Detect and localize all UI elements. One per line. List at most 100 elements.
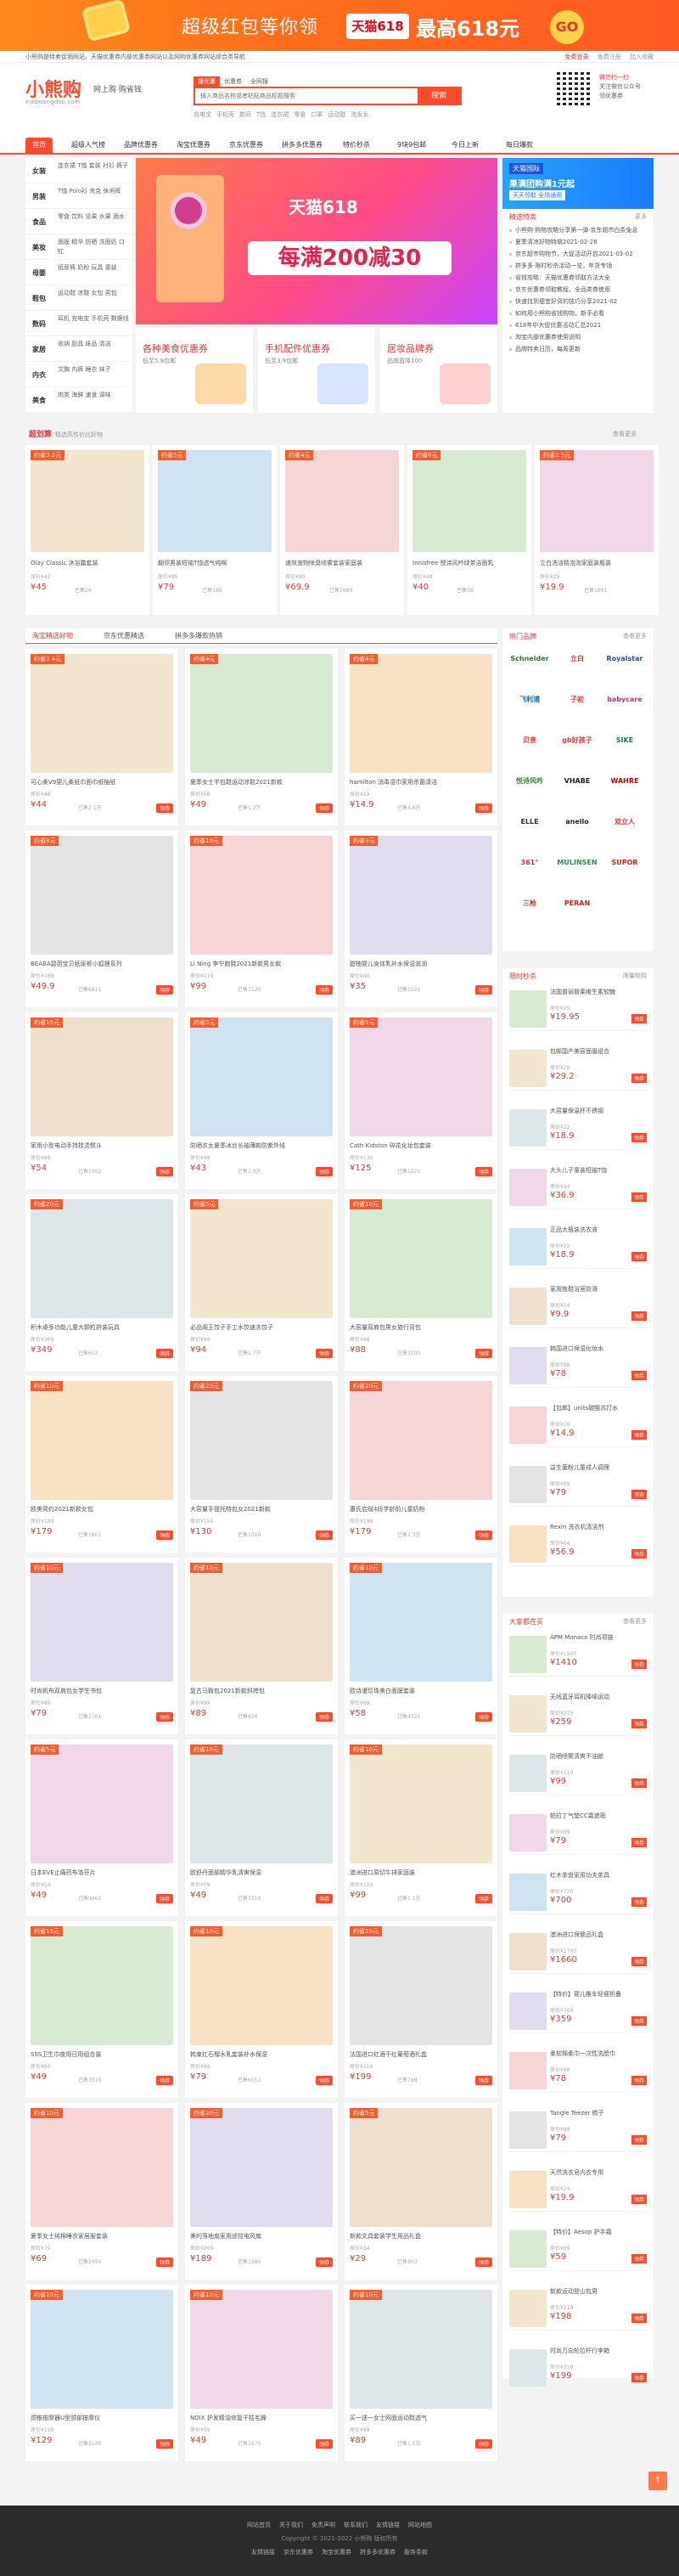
category-row[interactable]: 内衣 文胸 内裤 睡衣 袜子 xyxy=(25,362,132,387)
get-coupon-button[interactable]: 领券 xyxy=(631,1490,647,1499)
product-card[interactable]: 约省10元 夏季女士纯棉睡衣家居服套装 原价¥79 ¥69 已售2450 领券 xyxy=(25,2103,178,2280)
get-coupon-button[interactable]: 领券 xyxy=(631,1192,647,1202)
product-title[interactable]: 欧舒丹面部精华乳清爽保湿 xyxy=(190,1869,333,1877)
product-title[interactable]: Li Ning 李宁跑鞋2021新款男女款 xyxy=(190,960,333,968)
brand-logo[interactable]: ELLE xyxy=(509,810,550,834)
footer-link[interactable]: 联系我们 xyxy=(344,2522,368,2528)
category-row[interactable]: 食品 零食 饮料 坚果 水果 酒水 xyxy=(25,209,132,234)
product-title[interactable]: BEABA碧芭宝贝纸尿裤小狐狸系列 xyxy=(31,960,173,968)
news-more-link[interactable]: 更多 xyxy=(635,212,647,221)
super-deals-more[interactable]: 查看更多 xyxy=(613,430,637,438)
get-coupon-button[interactable]: 领券 xyxy=(315,2439,333,2449)
super-deal-card[interactable]: 约省2.5元 立白洗洁精泡泡家庭装瓶装 原价¥29 ¥19.9 已售1891 xyxy=(535,445,659,615)
super-deal-card[interactable]: 约省5元 翻领男装短袖T恤透气纯棉 原价¥89 ¥79 已售186 xyxy=(153,445,277,615)
nav-item[interactable]: 每日爆款 xyxy=(499,138,540,153)
product-title[interactable]: 无线蓝牙耳机降噪运动 xyxy=(550,1694,645,1709)
product-title[interactable]: 法国进口红酒干红葡萄酒礼盒 xyxy=(350,2050,492,2059)
get-coupon-button[interactable]: 领券 xyxy=(631,2373,647,2382)
get-coupon-button[interactable]: 领券 xyxy=(631,1014,647,1023)
get-coupon-button[interactable]: 领券 xyxy=(315,2258,333,2267)
category-sublinks[interactable]: 连衣裙 T恤 套装 衬衫 裤子 xyxy=(58,161,129,171)
hot-keyword[interactable]: 口罩 xyxy=(311,111,323,118)
product-title[interactable]: 立白洗洁精泡泡家庭装瓶装 xyxy=(540,559,654,567)
product-card[interactable]: 约省3元 甜柚婴儿身体乳补水保湿滋润 原价¥40 ¥35 已售5021 领券 xyxy=(345,831,497,1007)
product-title[interactable]: 翻领男装短袖T恤透气纯棉 xyxy=(158,559,272,567)
side-product[interactable]: Tangle Teezer 梳子 原价¥89 ¥79 领券 xyxy=(509,2106,647,2152)
get-coupon-button[interactable]: 领券 xyxy=(474,803,492,813)
product-title[interactable]: Tangle Teezer 梳子 xyxy=(550,2110,645,2125)
category-row[interactable]: 美妆 面膜 精华 防晒 洗面奶 口红 xyxy=(25,234,132,260)
product-card[interactable]: 约省5元 新款文具套装学生用品礼盒 原价¥34 ¥29 已售903 领券 xyxy=(345,2103,497,2280)
get-coupon-button[interactable]: 领券 xyxy=(631,1252,647,1261)
hot-keyword[interactable]: 连衣裙 xyxy=(271,111,289,118)
get-coupon-button[interactable]: 领券 xyxy=(315,803,333,813)
get-coupon-button[interactable]: 领券 xyxy=(474,1349,492,1358)
side-product[interactable]: 柔软棉柔巾一次性洗脸巾 原价¥88 ¥78 领券 xyxy=(509,2047,647,2093)
product-card[interactable]: 约省20元 积木桌多功能儿童大颗粒拼装玩具 原价¥369 ¥349 已售612 领券 xyxy=(25,1194,178,1371)
side-product[interactable]: 帕拉丁气垫CC霜遮瑕 原价¥89 ¥79 领券 xyxy=(509,1809,647,1855)
product-title[interactable]: 益生菌粉儿童成人调理 xyxy=(550,1464,645,1480)
get-coupon-button[interactable]: 领券 xyxy=(631,1957,647,1966)
product-title[interactable]: 日本EVE止痛药布洛芬片 xyxy=(31,1869,173,1877)
product-title[interactable]: 防晒衣女夏季冰丝长袖薄款防紫外线 xyxy=(190,1141,333,1150)
brand-logo[interactable]: PERAN xyxy=(557,892,598,916)
product-title[interactable]: 【特价】婴儿推车轻便折叠 xyxy=(550,1991,645,2006)
get-coupon-button[interactable]: 领券 xyxy=(155,1712,173,1722)
hot-keyword[interactable]: 充电宝 xyxy=(194,111,211,118)
product-card[interactable]: 约省10元 大容量双肩包男女旅行背包 原价¥98 ¥88 已售3200 领券 xyxy=(345,1194,497,1371)
product-card[interactable]: 约省5元 防晒衣女夏季冰丝长袖薄款防紫外线 原价¥48 ¥43 已售2.8万 领券 xyxy=(185,1012,338,1189)
product-title[interactable]: 大头儿子童装短袖T恤 xyxy=(550,1167,645,1182)
brand-logo[interactable]: 贝亲 xyxy=(509,729,550,753)
product-title[interactable]: 大容量保温杯不锈钢 xyxy=(550,1108,645,1123)
brand-logo[interactable]: 立白 xyxy=(557,647,598,671)
footer-link[interactable]: 免责声明 xyxy=(311,2522,335,2528)
get-coupon-button[interactable]: 领券 xyxy=(155,2258,173,2267)
product-card[interactable]: 约省10元 Li Ning 李宁跑鞋2021新款男女款 原价¥119 ¥99 已售312… xyxy=(185,831,338,1007)
side-product[interactable]: APM Monaco 时尚项链 原价¥1500 ¥1410 领券 xyxy=(509,1631,647,1677)
news-item[interactable]: 京东优惠券领取教程，全品类券使用 xyxy=(509,284,650,296)
side-product[interactable]: 大头儿子童装短袖T恤 原价¥44 ¥36.9 领券 xyxy=(509,1164,647,1209)
brand-logo[interactable]: Royalstar xyxy=(604,647,645,671)
side-product[interactable]: 【特价】婴儿推车轻便折叠 原价¥369 ¥359 领券 xyxy=(509,1987,647,2033)
category-title[interactable]: 内衣 xyxy=(32,370,46,380)
product-card[interactable]: 约省5元 Cath Kidston 碎花化妆包套装 原价¥130 ¥125 已售1221… xyxy=(345,1012,497,1189)
news-item[interactable]: 如何用小熊购省钱购物，新手必看 xyxy=(509,307,650,319)
category-sublinks[interactable]: 肉类 海鲜 速食 调味 xyxy=(58,391,129,400)
brand-logo[interactable]: Schneider xyxy=(509,647,550,671)
category-sublinks[interactable]: 收纳 厨具 床品 清洁 xyxy=(58,340,129,349)
side-product[interactable]: 天然洗衣皂内衣专用 原价¥24 ¥19.9 领券 xyxy=(509,2166,647,2212)
product-card[interactable]: 约省20元 法国进口红酒干红葡萄酒礼盒 原价¥219 ¥199 已售788 领券 xyxy=(345,1921,497,2098)
product-title[interactable]: Olay Classic 沐浴露套装 xyxy=(31,559,144,567)
product-card[interactable]: 约省10元 欧诗漫珍珠美白面膜套装 原价¥68 ¥58 已售4321 领券 xyxy=(345,1558,497,1734)
product-title[interactable]: 可心柔V9婴儿柔纸巾面巾纸抽纸 xyxy=(31,778,173,786)
side-product[interactable]: 包邮国产美容面膜组合 原价¥29 ¥29.2 领券 xyxy=(509,1045,647,1091)
product-title[interactable]: 韩国进口保湿化妆水 xyxy=(550,1345,645,1361)
nav-item[interactable]: 超级人气榜 xyxy=(65,138,112,153)
product-card[interactable]: 约省10元 颈椎按摩器U型颈部按摩仪 原价¥139 ¥129 已售2140 领券 xyxy=(25,2285,178,2461)
category-title[interactable]: 家居 xyxy=(32,345,46,354)
nav-item[interactable]: 品牌优惠券 xyxy=(117,138,165,153)
product-card[interactable]: 约省15元 家用小型电动手持挂烫熨斗 原价¥69 ¥54 已售1903 领券 xyxy=(25,1012,178,1189)
brand-logo[interactable]: gb好孩子 xyxy=(557,729,598,753)
product-card[interactable]: 约省10元 欧美简约2021新款女包 原价¥189 ¥179 已售1801 领券 xyxy=(25,1376,178,1553)
flash-sale-more[interactable]: 限量抢购 xyxy=(623,972,647,980)
get-coupon-button[interactable]: 领券 xyxy=(631,1074,647,1083)
side-product[interactable]: 时尚万向轮拉杆行李箱 原价¥219 ¥199 领券 xyxy=(509,2344,647,2390)
footer-link[interactable]: 拼多多优惠券 xyxy=(360,2549,396,2556)
get-coupon-button[interactable]: 领券 xyxy=(474,2258,492,2267)
get-coupon-button[interactable]: 领券 xyxy=(631,1660,647,1669)
brand-logo[interactable]: 飞利浦 xyxy=(509,688,550,712)
category-row[interactable]: 家居 收纳 厨具 床品 清洁 xyxy=(25,336,132,362)
category-sublinks[interactable]: T恤 Polo衫 夹克 休闲裤 xyxy=(58,187,129,196)
brand-logo[interactable]: WAHRE xyxy=(604,769,645,793)
product-card[interactable]: 约省15元 SSS卫生巾夜用日用组合装 原价¥64 ¥49 已售3510 领券 xyxy=(25,1921,178,2098)
category-sublinks[interactable]: 面膜 精华 防晒 洗面奶 口红 xyxy=(58,238,129,256)
get-coupon-button[interactable]: 领券 xyxy=(631,1778,647,1788)
product-card[interactable]: 约省10元 欧舒丹面部精华乳清爽保湿 原价¥59 ¥49 已售7210 领券 xyxy=(185,1739,338,1916)
get-coupon-button[interactable]: 领券 xyxy=(155,2439,173,2449)
nav-item[interactable]: 9块9包邮 xyxy=(390,138,433,153)
product-title[interactable]: hamilton 消毒湿巾家用杀菌清洁 xyxy=(350,778,492,786)
get-coupon-button[interactable]: 领券 xyxy=(474,1712,492,1722)
product-card[interactable]: 约省10元 时尚帆布双肩包女学生书包 原价¥89 ¥79 已售2701 领券 xyxy=(25,1558,178,1734)
side-product[interactable]: 益生菌粉儿童成人调理 原价¥89 ¥79 领券 xyxy=(509,1461,647,1507)
